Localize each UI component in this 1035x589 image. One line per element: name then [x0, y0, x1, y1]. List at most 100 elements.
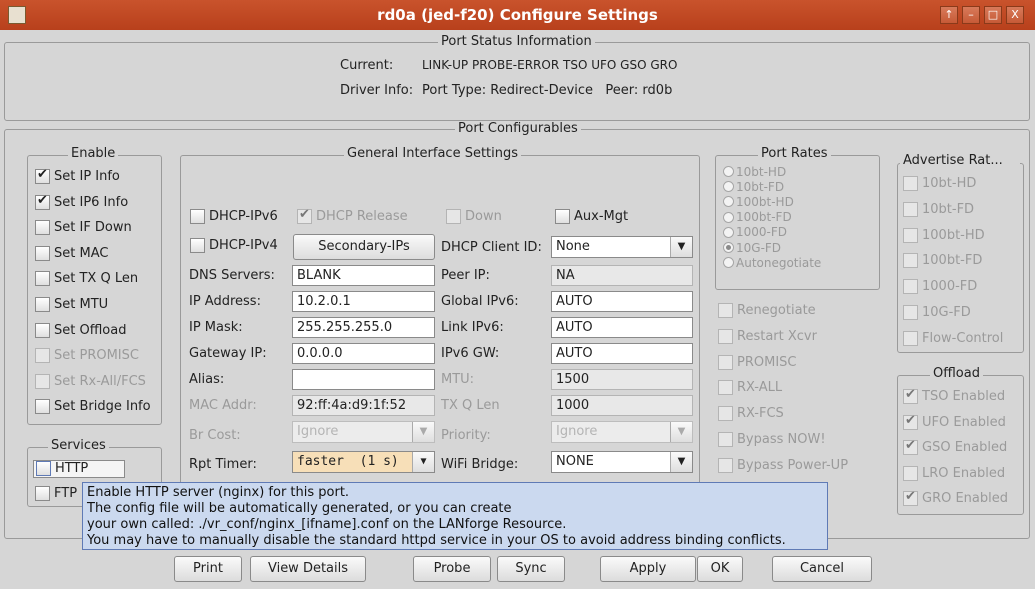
port-option-5-checkbox [718, 406, 733, 422]
alias-field[interactable] [292, 369, 435, 390]
port-option-6-checkbox [718, 432, 733, 447]
chevron-down-icon: ▼ [412, 452, 434, 472]
enable-item-10[interactable]: Set Bridge Info [35, 399, 151, 415]
close-button[interactable]: X [1006, 6, 1024, 24]
ip-address-field[interactable]: 10.2.0.1 [292, 291, 435, 312]
radio-icon [723, 242, 734, 253]
advertise-item-7: Flow-Control [903, 330, 1003, 346]
mtu-label: MTU: [441, 372, 475, 387]
dhcp-ipv4-checkbox[interactable] [190, 238, 205, 253]
port-option-1-checkbox [718, 303, 733, 318]
service-ftp[interactable]: FTP [35, 486, 77, 501]
port-option-3: PROMISC [718, 354, 796, 370]
advertise-item-1-checkbox [903, 176, 918, 191]
enable-item-9: Set Rx-All/FCS [35, 373, 146, 389]
dhcp-release-checkbox [297, 207, 312, 224]
chevron-down-icon: ▼ [670, 452, 692, 472]
advertise-item-2: 10bt-FD [903, 201, 974, 217]
enable-item-4-checkbox[interactable] [35, 245, 50, 261]
pin-button[interactable]: ↑ [940, 6, 958, 24]
offload-item-2: UFO Enabled [903, 413, 1006, 430]
peer-ip-label: Peer IP: [441, 268, 490, 283]
port-configurables-heading: Port Configurables [455, 121, 581, 136]
probe-button[interactable]: Probe [413, 556, 491, 582]
offload-heading: Offload [930, 366, 983, 381]
radio-icon [723, 181, 734, 193]
port-rate-option-5: 1000-FD [723, 225, 787, 239]
offload-item-1-checkbox [903, 387, 918, 404]
advertise-item-3-checkbox [903, 227, 918, 243]
offload-item-3-checkbox [903, 438, 918, 456]
apply-button[interactable]: Apply [600, 556, 696, 582]
driver-info-label: Driver Info: [340, 83, 414, 98]
enable-item-1-checkbox[interactable] [35, 167, 50, 184]
dhcp-ipv4-option[interactable]: DHCP-IPv4 [190, 238, 278, 253]
offload-item-3: GSO Enabled [903, 438, 1007, 456]
port-option-5: RX-FCS [718, 406, 784, 422]
current-value: LINK-UP PROBE-ERROR TSO UFO GSO GRO [422, 58, 678, 72]
view-details-button[interactable]: View Details [250, 556, 366, 582]
ip-mask-field[interactable]: 255.255.255.0 [292, 317, 435, 338]
cancel-button[interactable]: Cancel [772, 556, 872, 582]
dhcp-client-id-select[interactable]: None ▼ [551, 236, 693, 258]
http-checkbox[interactable] [36, 461, 51, 476]
global-ipv6-field[interactable]: AUTO [551, 291, 693, 312]
enable-item-5-checkbox[interactable] [35, 271, 50, 287]
dns-servers-field[interactable]: BLANK [292, 265, 435, 286]
port-option-7: Bypass Power-UP [718, 457, 848, 473]
enable-item-6[interactable]: Set MTU [35, 297, 108, 312]
gateway-ip-label: Gateway IP: [189, 346, 267, 361]
enable-item-5[interactable]: Set TX Q Len [35, 271, 138, 287]
sync-button[interactable]: Sync [497, 556, 565, 582]
ftp-checkbox[interactable] [35, 486, 50, 501]
offload-item-4: LRO Enabled [903, 465, 1005, 481]
service-http[interactable]: HTTP [33, 460, 125, 478]
enable-item-7-checkbox[interactable] [35, 322, 50, 338]
offload-item-2-checkbox [903, 413, 918, 430]
port-rate-option-4: 100bt-FD [723, 210, 792, 224]
enable-item-2-checkbox[interactable] [35, 193, 50, 210]
general-settings-heading: General Interface Settings [344, 146, 522, 161]
ok-button[interactable]: OK [697, 556, 743, 582]
advertise-item-4-checkbox [903, 253, 918, 269]
advertise-item-2-checkbox [903, 201, 918, 217]
enable-item-3[interactable]: Set IF Down [35, 220, 132, 236]
dhcp-ipv6-checkbox[interactable] [190, 209, 205, 224]
enable-item-4[interactable]: Set MAC [35, 245, 108, 261]
chevron-down-icon: ▼ [670, 237, 692, 257]
dns-servers-label: DNS Servers: [189, 268, 275, 283]
ipv6-gw-label: IPv6 GW: [441, 346, 500, 361]
enable-item-1[interactable]: Set IP Info [35, 167, 120, 184]
ipv6-gw-field[interactable]: AUTO [551, 343, 693, 364]
chevron-down-icon: ▼ [670, 422, 692, 442]
maximize-button[interactable]: □ [984, 6, 1002, 24]
enable-item-2[interactable]: Set IP6 Info [35, 193, 128, 210]
minimize-button[interactable]: – [962, 6, 980, 24]
advertise-item-5-checkbox [903, 279, 918, 295]
enable-item-9-checkbox [35, 373, 50, 389]
aux-mgt-checkbox[interactable] [555, 209, 570, 224]
print-button[interactable]: Print [174, 556, 242, 582]
link-ipv6-field[interactable]: AUTO [551, 317, 693, 338]
radio-icon [723, 211, 734, 223]
port-rate-option-3: 100bt-HD [723, 194, 794, 209]
gateway-ip-field[interactable]: 0.0.0.0 [292, 343, 435, 364]
aux-mgt-option[interactable]: Aux-Mgt [555, 209, 628, 224]
rpt-timer-select[interactable]: faster (1 s) ▼ [292, 451, 435, 473]
advertise-item-1: 10bt-HD [903, 176, 976, 191]
port-option-2-checkbox [718, 328, 733, 344]
offload-item-1: TSO Enabled [903, 387, 1005, 404]
enable-item-10-checkbox[interactable] [35, 399, 50, 415]
dhcp-ipv6-option[interactable]: DHCP-IPv6 [190, 209, 278, 224]
advertise-item-4: 100bt-FD [903, 253, 982, 269]
enable-item-3-checkbox[interactable] [35, 220, 50, 236]
driver-info-value: Port Type: Redirect-Device Peer: rd0b [422, 83, 673, 98]
port-rate-option-6: 10G-FD [723, 240, 781, 255]
enable-item-6-checkbox[interactable] [35, 297, 50, 312]
down-checkbox [446, 209, 461, 224]
wifi-bridge-select[interactable]: NONE ▼ [551, 451, 693, 473]
enable-item-7[interactable]: Set Offload [35, 322, 126, 338]
link-ipv6-label: Link IPv6: [441, 320, 504, 335]
priority-select: Ignore ▼ [551, 421, 693, 443]
secondary-ips-button[interactable]: Secondary-IPs [293, 234, 435, 260]
